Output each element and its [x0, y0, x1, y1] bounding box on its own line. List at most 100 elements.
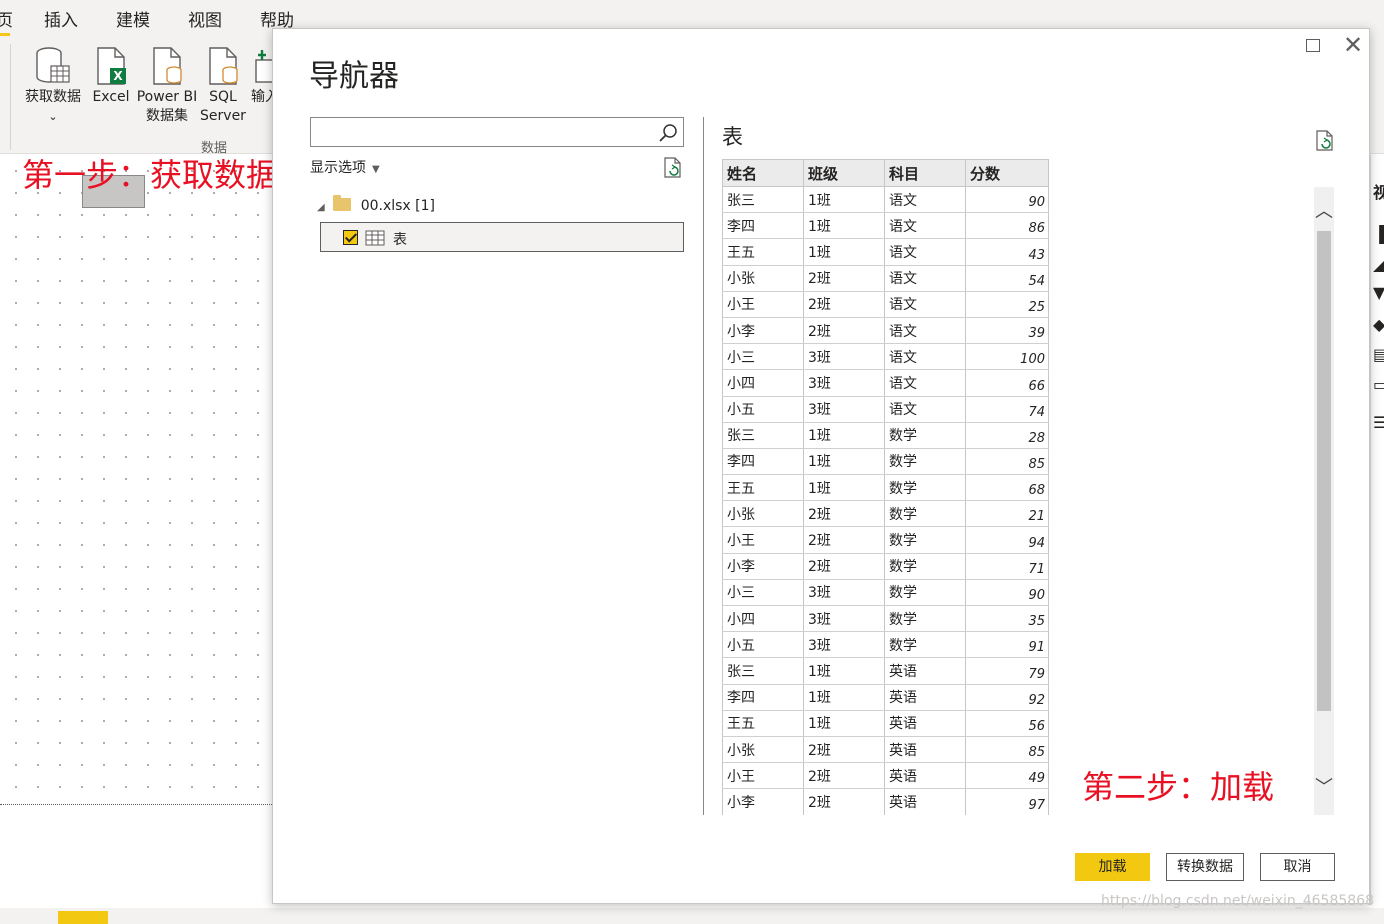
- table-cell: 1班: [803, 212, 885, 240]
- table-cell: 英语: [884, 710, 966, 737]
- table-cell: 王五: [722, 238, 804, 266]
- scroll-down-icon[interactable]: ﹀: [1315, 779, 1333, 797]
- watermark: https://blog.csdn.net/weixin_46585868: [1100, 893, 1374, 909]
- table-cell: 数学: [884, 500, 966, 528]
- table-cell: 90: [965, 579, 1049, 607]
- maximize-icon[interactable]: [1306, 39, 1320, 52]
- table-cell: 英语: [884, 684, 966, 711]
- scroll-thumb[interactable]: [1317, 231, 1331, 711]
- bar-chart-icon[interactable]: ▐: [1373, 225, 1384, 244]
- table-row: 张三 1班 数学 28: [722, 422, 1049, 449]
- tab-view[interactable]: 视图: [188, 6, 222, 31]
- table-cell: 2班: [803, 788, 885, 815]
- table-cell: 25: [965, 291, 1049, 318]
- excel-button[interactable]: X Excel: [90, 46, 132, 107]
- fields-icon[interactable]: ☰: [1373, 413, 1384, 432]
- table-cell: 97: [965, 788, 1049, 815]
- table-cell: 小李: [722, 317, 804, 345]
- preview-scrollbar[interactable]: ︿ ﹀: [1314, 187, 1334, 815]
- table-cell: 3班: [803, 631, 885, 659]
- table-cell: 英语: [884, 657, 966, 685]
- caret-down-icon: ▼: [372, 164, 380, 175]
- table-cell: 1班: [803, 422, 885, 449]
- sql-server-label-2: Server: [200, 108, 246, 124]
- tab-modeling[interactable]: 建模: [116, 6, 150, 31]
- table-cell: 66: [965, 369, 1049, 397]
- folder-icon: [332, 195, 351, 211]
- table-cell: 2班: [803, 736, 885, 764]
- report-canvas[interactable]: [0, 155, 272, 805]
- table-row: 小张 2班 语文 54: [722, 265, 1049, 292]
- table-cell: 李四: [722, 448, 804, 476]
- table-row: 张三 1班 语文 90: [722, 186, 1049, 214]
- shield-icon[interactable]: ◆: [1373, 315, 1384, 334]
- table-cell: 小五: [722, 396, 804, 423]
- close-icon[interactable]: ✕: [1343, 33, 1363, 57]
- refresh-icon[interactable]: [662, 156, 684, 180]
- table-cell: 英语: [884, 788, 966, 815]
- table-cell: 语文: [884, 265, 966, 292]
- table-cell: 王五: [722, 474, 804, 502]
- table-row: 小五 3班 语文 74: [722, 396, 1049, 423]
- preview-title: 表: [722, 125, 743, 149]
- get-data-button[interactable]: 获取数据 ⌄: [20, 46, 86, 126]
- table-cell: 数学: [884, 631, 966, 659]
- tab-home[interactable]: 页: [0, 6, 13, 31]
- annotation-step1: 第一步：获取数据: [22, 156, 279, 194]
- tree-file-node[interactable]: ◢ 00.xlsx [1]: [317, 195, 435, 217]
- table-cell: 1班: [803, 238, 885, 266]
- visualizations-pane-edge: 视 ▐ ◢ ▼ ◆ ▤ ▭ ☰: [1370, 155, 1384, 905]
- table-row: 小三 3班 数学 90: [722, 579, 1049, 607]
- column-header[interactable]: 班级: [803, 159, 885, 187]
- table-cell: 数学: [884, 526, 966, 554]
- scroll-up-icon[interactable]: ︿: [1315, 203, 1333, 221]
- table-cell: 54: [965, 265, 1049, 292]
- refresh-preview-icon[interactable]: [1314, 129, 1336, 153]
- display-options-dropdown[interactable]: 显示选项 ▼: [310, 157, 380, 177]
- load-button[interactable]: 加载: [1075, 853, 1150, 881]
- search-input[interactable]: [310, 117, 684, 147]
- table-cell: 1班: [803, 710, 885, 737]
- area-chart-icon[interactable]: ◢: [1373, 255, 1384, 274]
- table-checkbox[interactable]: [343, 230, 358, 245]
- table-cell: 1班: [803, 474, 885, 502]
- page-tab-active[interactable]: [58, 911, 108, 924]
- pane-divider[interactable]: [703, 117, 704, 815]
- table-cell: 语文: [884, 212, 966, 240]
- table-cell: 3班: [803, 343, 885, 371]
- table-row: 小王 2班 数学 94: [722, 526, 1049, 554]
- table-row: 李四 1班 数学 85: [722, 448, 1049, 476]
- table-cell: 数学: [884, 474, 966, 502]
- tab-insert[interactable]: 插入: [44, 6, 78, 31]
- dialog-title: 导航器: [309, 59, 399, 94]
- table-cell: 39: [965, 317, 1049, 345]
- column-header[interactable]: 科目: [884, 159, 966, 187]
- card-icon[interactable]: ▤: [1373, 345, 1384, 364]
- table-cell: 21: [965, 500, 1049, 528]
- column-header[interactable]: 姓名: [722, 159, 804, 187]
- sql-server-button[interactable]: SQL Server: [200, 46, 246, 126]
- chat-icon[interactable]: ▭: [1373, 375, 1384, 394]
- column-header[interactable]: 分数: [965, 159, 1049, 187]
- table-cell: 2班: [803, 317, 885, 345]
- table-cell: 1班: [803, 186, 885, 214]
- tree-item-table[interactable]: 表: [320, 222, 684, 252]
- table-row: 小李 2班 英语 97: [722, 788, 1049, 815]
- cancel-button[interactable]: 取消: [1260, 853, 1335, 881]
- table-cell: 92: [965, 684, 1049, 711]
- collapse-triangle-icon[interactable]: ◢: [317, 202, 325, 213]
- table-cell: 张三: [722, 657, 804, 685]
- powerbi-dataset-button[interactable]: Power BI 数据集: [136, 46, 198, 126]
- table-cell: 李四: [722, 212, 804, 240]
- table-cell: 2班: [803, 762, 885, 790]
- table-cell: 85: [965, 736, 1049, 764]
- search-icon[interactable]: [657, 122, 679, 144]
- page-tab-bar: [0, 908, 1384, 924]
- table-cell: 56: [965, 710, 1049, 737]
- table-cell: 68: [965, 474, 1049, 502]
- funnel-icon[interactable]: ▼: [1373, 283, 1384, 302]
- preview-table-container[interactable]: 姓名 班级 科目 分数 张三 1班 语文 90 李四 1班 语文 86 王五 1班 语文 43 小张 2班…: [722, 159, 1049, 815]
- table-cell: 1班: [803, 657, 885, 685]
- database-icon: [36, 47, 70, 83]
- transform-data-button[interactable]: 转换数据: [1166, 853, 1244, 881]
